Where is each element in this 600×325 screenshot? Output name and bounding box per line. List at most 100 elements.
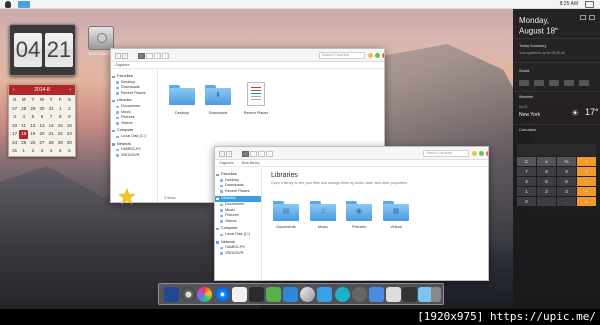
calendar-day[interactable]: 28	[47, 139, 56, 148]
calculator-key[interactable]: 2	[537, 187, 556, 196]
library-music[interactable]: ♫	[310, 201, 336, 221]
calendar-day[interactable]: 21	[47, 130, 56, 139]
calendar-day[interactable]: 2	[28, 147, 37, 156]
dock-messages-icon[interactable]	[266, 287, 281, 302]
calendar-day[interactable]: 30	[65, 139, 74, 148]
calculator-key[interactable]: .	[557, 197, 576, 206]
calendar-day[interactable]: 27	[10, 105, 19, 114]
dock-terminal-icon[interactable]	[402, 287, 417, 302]
calendar-day[interactable]: 8	[56, 113, 65, 122]
calculator-key[interactable]	[537, 197, 556, 206]
dock-settings-icon[interactable]	[352, 287, 367, 302]
sidebar-item-vboxsvr[interactable]: VBOXSVR	[215, 251, 261, 257]
calculator-key[interactable]: 1	[517, 187, 536, 196]
calculator-key[interactable]: −	[577, 177, 596, 186]
calendar-day[interactable]: 10	[10, 122, 19, 131]
recent-places-icon[interactable]	[247, 82, 265, 106]
dock-system-prefs-icon[interactable]	[181, 287, 196, 302]
today-tab-icon[interactable]	[580, 15, 586, 20]
back-button[interactable]: ‹	[219, 151, 225, 157]
dock-launchpad-icon[interactable]	[386, 287, 401, 302]
library-documents[interactable]: ▤	[273, 201, 299, 221]
calculator-key[interactable]: ±	[537, 157, 556, 166]
view-columns-button[interactable]	[258, 151, 265, 157]
prev-month-icon[interactable]: ‹	[13, 87, 15, 93]
social-button[interactable]	[564, 80, 574, 86]
dock-safari-icon[interactable]	[215, 287, 230, 302]
calendar-day[interactable]: 18	[19, 130, 29, 139]
calculator-key[interactable]: 6	[557, 177, 576, 186]
close-button[interactable]	[382, 53, 384, 58]
calendar-day[interactable]: 6	[37, 113, 46, 122]
notifications-tab-icon[interactable]	[589, 15, 595, 20]
sidebar-item-vboxsvr[interactable]: VBOXSVR	[111, 153, 157, 159]
view-coverflow-button[interactable]	[266, 151, 273, 157]
calendar-day[interactable]: 3	[37, 147, 46, 156]
social-button[interactable]	[579, 80, 589, 86]
calendar-day[interactable]: 16	[65, 122, 74, 131]
calendar-day[interactable]: 4	[47, 147, 56, 156]
minimize-button[interactable]	[368, 53, 373, 58]
calendar-day[interactable]: 9	[65, 113, 74, 122]
sidebar-item-videos[interactable]: Videos	[215, 219, 261, 225]
calendar-day[interactable]: 24	[10, 139, 19, 148]
view-list-button[interactable]	[146, 53, 153, 59]
calendar-day[interactable]: 23	[65, 130, 74, 139]
forward-button[interactable]: ›	[122, 53, 128, 59]
calendar-day[interactable]: 2	[65, 105, 74, 114]
calendar-day[interactable]: 29	[28, 105, 37, 114]
dock-mail-icon[interactable]	[283, 287, 298, 302]
calendar-day[interactable]: 29	[56, 139, 65, 148]
calendar-day[interactable]: 1	[19, 147, 28, 156]
calendar-day[interactable]: 26	[28, 139, 37, 148]
calendar-day[interactable]: 22	[56, 130, 65, 139]
calendar-day[interactable]: 6	[65, 147, 74, 156]
folder-desktop[interactable]	[169, 85, 195, 105]
sidebar-item-local-disk-c[interactable]: Local Disk (C:)	[215, 232, 261, 238]
dock-appstore-icon[interactable]	[369, 287, 384, 302]
dock-chrome-icon[interactable]	[197, 287, 212, 302]
calculator-key[interactable]: ×	[577, 167, 596, 176]
calendar-day[interactable]: 30	[37, 105, 46, 114]
calendar-day[interactable]: 17	[10, 130, 19, 139]
dock-finder-icon[interactable]	[317, 287, 332, 302]
organize-menu[interactable]: Organize	[219, 161, 234, 165]
library-videos[interactable]: ▦	[383, 201, 409, 221]
calculator-key[interactable]: ÷	[577, 157, 596, 166]
dock-clock-icon[interactable]	[335, 287, 350, 302]
dock-app-icon[interactable]	[164, 287, 179, 302]
maximize-button[interactable]	[375, 53, 380, 58]
minimize-button[interactable]	[472, 151, 477, 156]
forward-button[interactable]: ›	[226, 151, 232, 157]
maximize-button[interactable]	[479, 151, 484, 156]
calculator-key[interactable]: 5	[537, 177, 556, 186]
calendar-day[interactable]: 12	[28, 122, 37, 131]
calculator-key[interactable]: 9	[557, 167, 576, 176]
social-button[interactable]	[549, 80, 559, 86]
folder-downloads[interactable]: ⬇	[205, 85, 231, 105]
calendar-day[interactable]: 14	[47, 122, 56, 131]
close-button[interactable]	[486, 151, 488, 156]
start-button[interactable]	[18, 1, 30, 8]
calendar-day[interactable]: 15	[56, 122, 65, 131]
calculator-key[interactable]: 4	[517, 177, 536, 186]
dock-documents-icon[interactable]	[232, 287, 247, 302]
calculator-key[interactable]: =	[577, 197, 596, 206]
calendar-day[interactable]: 19	[28, 130, 37, 139]
sidebar-item-recent-places[interactable]: Recent Places	[215, 189, 261, 195]
calendar-day[interactable]: 5	[28, 113, 37, 122]
calendar-day[interactable]: 13	[37, 122, 46, 131]
search-input[interactable]: Search Libraries	[423, 150, 469, 157]
search-input[interactable]: Search Favorites	[319, 52, 365, 59]
calendar-day[interactable]: 31	[10, 147, 19, 156]
library-pictures[interactable]: ◉	[346, 201, 372, 221]
dock-downloads-icon[interactable]	[431, 287, 441, 302]
calculator-key[interactable]: 3	[557, 187, 576, 196]
view-coverflow-button[interactable]	[162, 53, 169, 59]
next-month-icon[interactable]: ›	[69, 87, 71, 93]
calendar-day[interactable]: 28	[19, 105, 28, 114]
social-button[interactable]	[519, 80, 529, 86]
back-button[interactable]: ‹	[115, 53, 121, 59]
calendar-day[interactable]: 20	[37, 130, 46, 139]
calendar-day[interactable]: 1	[56, 105, 65, 114]
